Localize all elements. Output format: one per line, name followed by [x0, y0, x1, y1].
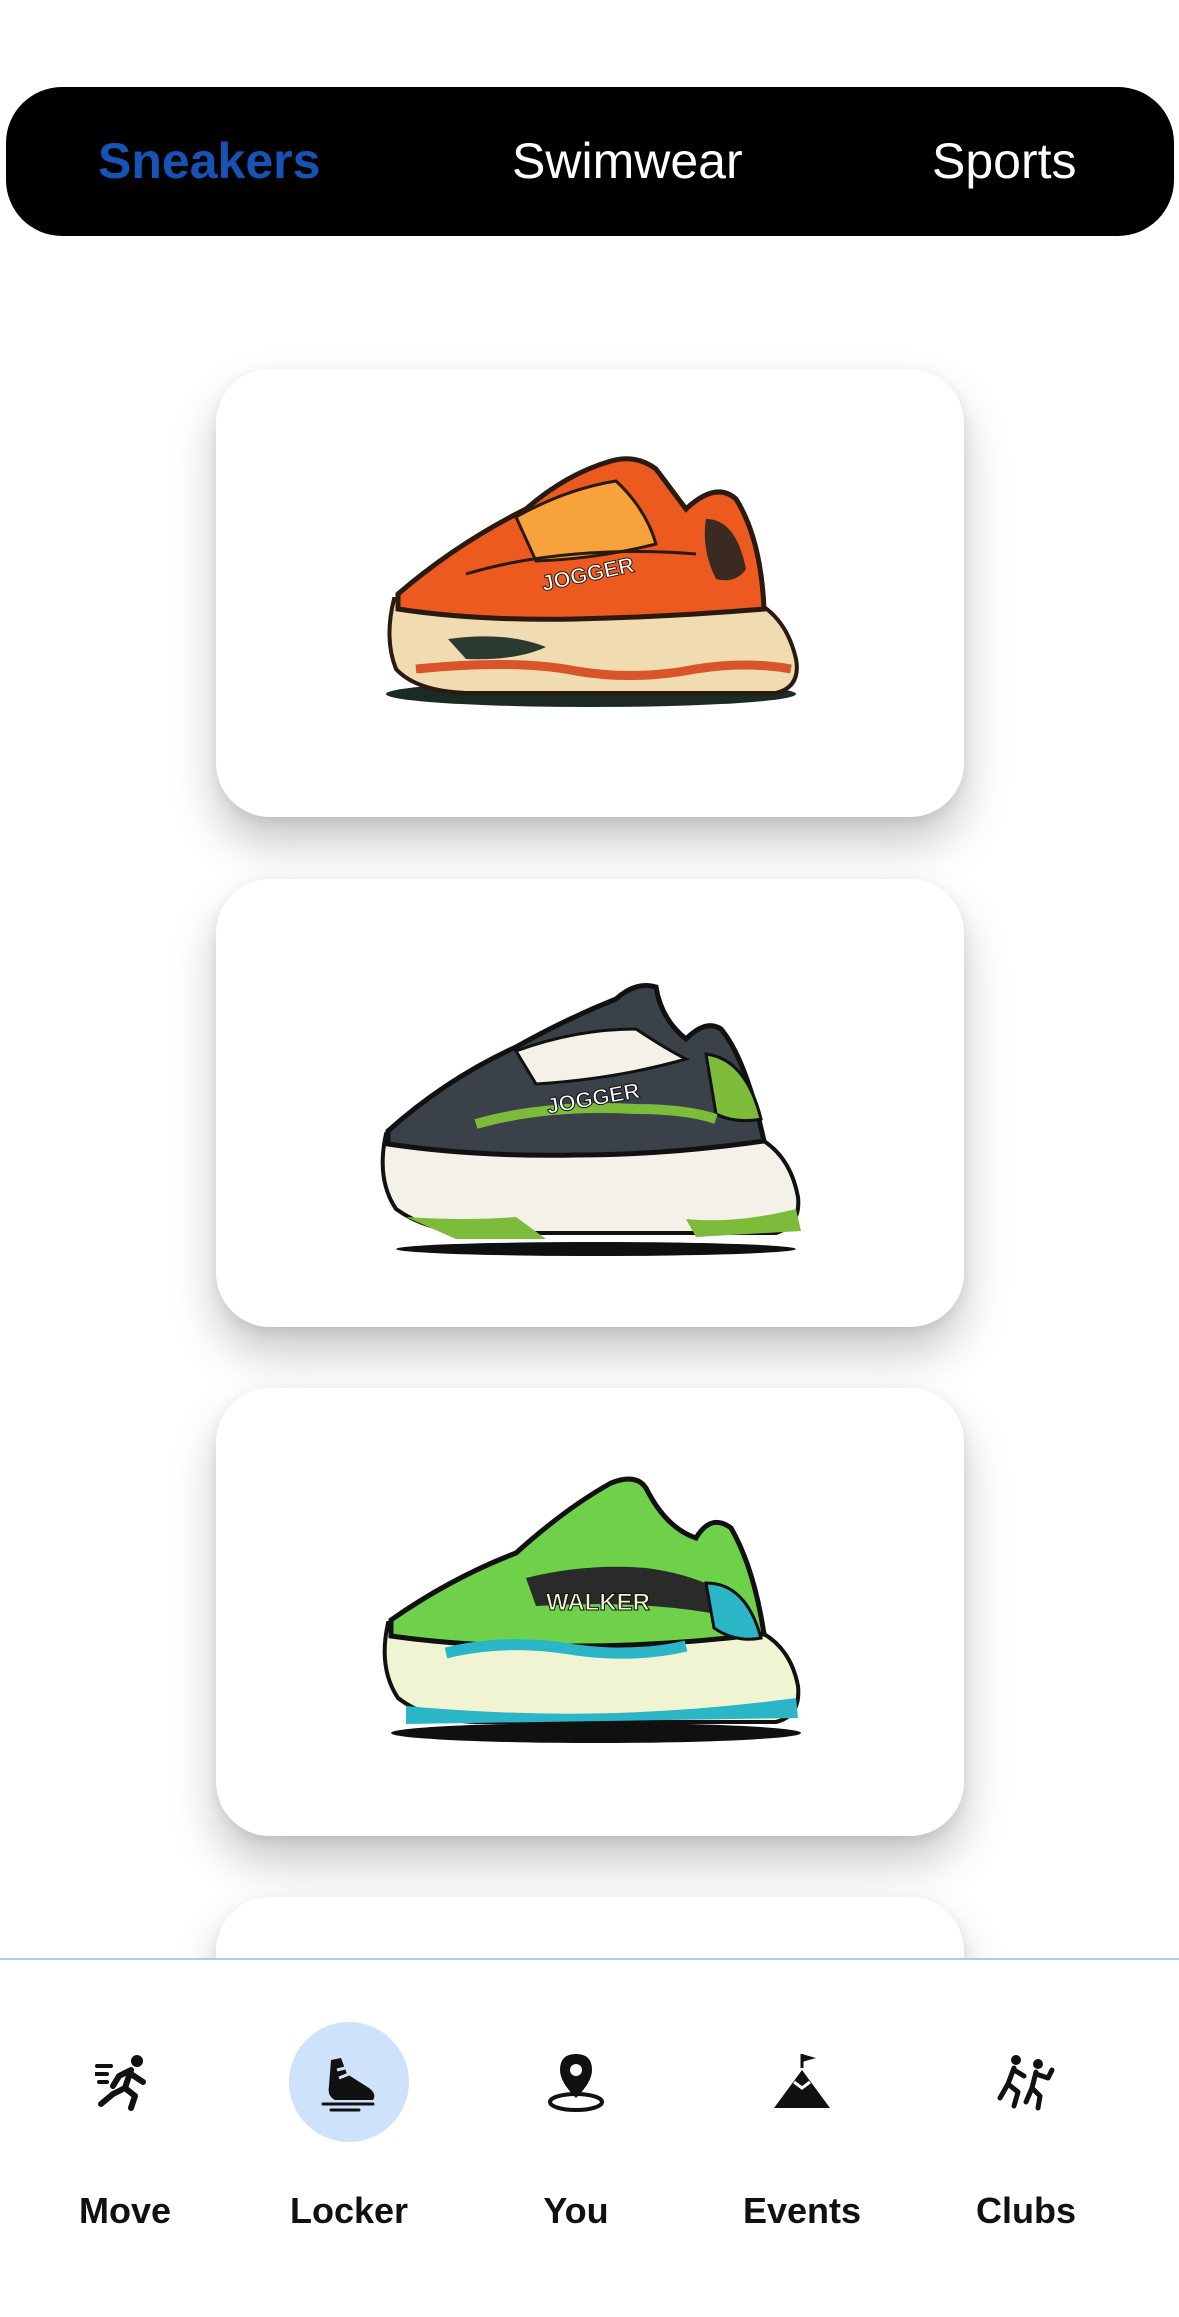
orange-jogger-sneaker-image: JOGGER: [386, 456, 799, 707]
product-feed[interactable]: JOGGER JOGGER WALKER: [0, 250, 1179, 1958]
location-pin-icon: [548, 2054, 604, 2112]
mountain-flag-icon: [774, 2054, 830, 2108]
bottom-navigation: Move Locker You Events Clubs: [0, 1958, 1179, 2317]
grey-green-jogger-sneaker-image: JOGGER: [380, 983, 801, 1256]
category-tab-bar: Sneakers Swimwear Sports: [6, 87, 1174, 236]
product-card[interactable]: WALKER: [216, 1388, 964, 1836]
green-walker-sneaker-image: WALKER: [382, 1476, 801, 1743]
shoe-brand-text: WALKER: [546, 1589, 650, 1616]
product-card[interactable]: [216, 1897, 964, 1958]
tab-sneakers[interactable]: Sneakers: [98, 87, 320, 236]
tab-sports[interactable]: Sports: [932, 87, 1077, 236]
nav-label-move: Move: [78, 2190, 172, 2231]
nav-label-locker: Locker: [289, 2190, 409, 2231]
nav-item-you[interactable]: You: [476, 1960, 676, 2317]
product-card[interactable]: JOGGER: [216, 369, 964, 817]
group-running-icon: [997, 2055, 1055, 2111]
nav-label-you: You: [543, 2190, 609, 2231]
nav-item-events[interactable]: Events: [702, 1960, 902, 2317]
sneaker-icon: [321, 2058, 375, 2112]
nav-item-move[interactable]: Move: [25, 1960, 225, 2317]
nav-label-clubs: Clubs: [975, 2190, 1076, 2231]
running-icon: [95, 2055, 146, 2111]
nav-item-locker[interactable]: Locker: [249, 1960, 449, 2317]
nav-item-clubs[interactable]: Clubs: [926, 1960, 1126, 2317]
nav-label-events: Events: [742, 2190, 862, 2231]
product-card[interactable]: JOGGER: [216, 879, 964, 1327]
tab-swimwear[interactable]: Swimwear: [512, 87, 743, 236]
